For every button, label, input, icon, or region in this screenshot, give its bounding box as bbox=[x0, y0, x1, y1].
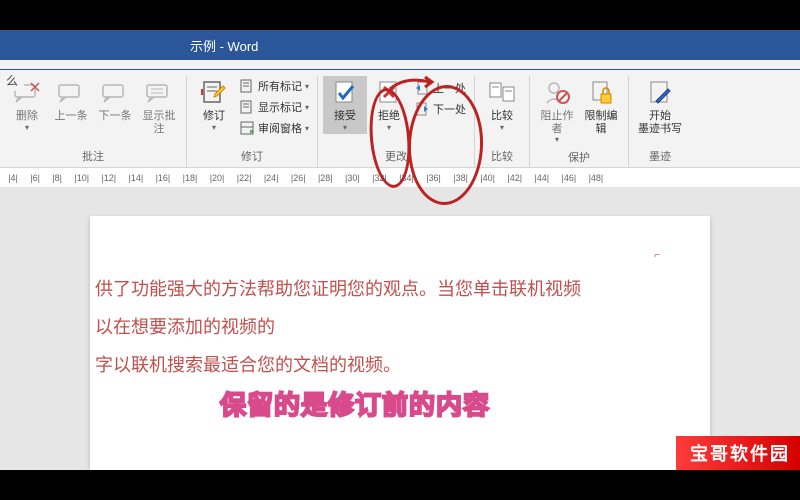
reject-button[interactable]: 拒绝 ▾ bbox=[367, 76, 411, 134]
next-comment-button[interactable]: 下一条 bbox=[93, 76, 137, 125]
dropdown-indicator-icon: ▾ bbox=[555, 135, 559, 144]
start-inking-icon bbox=[645, 78, 675, 108]
group-label-protect: 保护 bbox=[568, 146, 590, 168]
title-bar: 示例 - Word bbox=[0, 30, 800, 60]
ruler-tick: |18| bbox=[183, 173, 198, 183]
window-title: 示例 - Word bbox=[190, 36, 258, 55]
group-tracking: 修订 ▾ 所有标记 ▾ 显示标记 ▾ bbox=[187, 76, 318, 167]
next-comment-icon bbox=[100, 78, 130, 108]
group-compare: 比较 ▾ 比较 bbox=[475, 76, 530, 167]
show-comments-icon bbox=[144, 78, 174, 108]
previous-change-button[interactable]: 上一处 bbox=[411, 78, 469, 98]
ruler-tick: |20| bbox=[210, 173, 225, 183]
dropdown-indicator-icon: ▾ bbox=[212, 123, 216, 132]
document-text: 字以联机搜索最适合您的文档的视频。 bbox=[95, 347, 695, 383]
ruler-tick: |10| bbox=[74, 173, 89, 183]
dropdown-indicator-icon: ▾ bbox=[305, 103, 309, 112]
horizontal-ruler[interactable]: |4| |6| |8| |10| |12| |14| |16| |18| |20| |22| |24… bbox=[0, 168, 800, 188]
watermark-badge: 宝哥软件园 bbox=[676, 436, 800, 470]
ribbon-tab-fragment: 么 bbox=[0, 70, 24, 91]
group-changes: 接受 ▾ 拒绝 ▾ 上一处 下一 bbox=[318, 76, 475, 167]
ruler-tick: |42| bbox=[507, 173, 522, 183]
ruler-tick: |26| bbox=[291, 173, 306, 183]
document-area[interactable]: ⌐ 供了功能强大的方法帮助您证明您的观点。当您单击联机视频 以在想要添加的视频的… bbox=[0, 188, 800, 470]
ruler-tick: |16| bbox=[156, 173, 171, 183]
ruler-tick: |14| bbox=[129, 173, 144, 183]
ruler-tick: |38| bbox=[453, 173, 468, 183]
track-changes-icon bbox=[199, 78, 229, 108]
ruler-tick: |30| bbox=[345, 173, 360, 183]
dropdown-indicator-icon: ▾ bbox=[305, 82, 309, 91]
markup-display-icon bbox=[239, 78, 255, 94]
group-label-comments: 批注 bbox=[82, 145, 104, 167]
ruler-tick: |24| bbox=[264, 173, 279, 183]
dropdown-indicator-icon: ▾ bbox=[305, 124, 309, 133]
ruler-tick: |22| bbox=[237, 173, 252, 183]
reviewing-pane-icon bbox=[239, 120, 255, 136]
group-label-tracking: 修订 bbox=[241, 145, 263, 167]
accept-button[interactable]: 接受 ▾ bbox=[323, 76, 367, 134]
ruler-tick: |12| bbox=[101, 173, 116, 183]
previous-change-icon bbox=[414, 80, 430, 96]
group-label-changes: 更改 bbox=[385, 145, 407, 167]
ruler-tick: |36| bbox=[426, 173, 441, 183]
block-authors-icon bbox=[542, 78, 572, 108]
show-markup-icon bbox=[239, 99, 255, 115]
reject-icon bbox=[374, 78, 404, 108]
track-changes-button[interactable]: 修订 ▾ bbox=[192, 76, 236, 134]
block-authors-button[interactable]: 阻止作者 ▾ bbox=[535, 76, 579, 146]
compare-button[interactable]: 比较 ▾ bbox=[480, 76, 524, 134]
reviewing-pane-select[interactable]: 审阅窗格 ▾ bbox=[236, 118, 312, 138]
restrict-editing-button[interactable]: 限制编辑 bbox=[579, 76, 623, 137]
ruler-tick: |8| bbox=[52, 173, 62, 183]
ruler-tick: |4| bbox=[8, 173, 18, 183]
group-protect: 阻止作者 ▾ 限制编辑 保护 bbox=[530, 76, 629, 167]
next-change-button[interactable]: 下一处 bbox=[411, 99, 469, 119]
next-change-icon bbox=[414, 101, 430, 117]
group-label-ink: 墨迹 bbox=[649, 145, 671, 167]
group-comments: 删除 ▾ 上一条 下一条 bbox=[0, 76, 187, 167]
ruler-tick: |40| bbox=[480, 173, 495, 183]
start-inking-button[interactable]: 开始 墨迹书写 bbox=[634, 76, 686, 137]
group-ink: 开始 墨迹书写 墨迹 bbox=[629, 76, 691, 167]
ribbon: 删除 ▾ 上一条 下一条 bbox=[0, 70, 800, 168]
show-comments-button[interactable]: 显示批注 bbox=[137, 76, 181, 137]
document-page[interactable]: ⌐ 供了功能强大的方法帮助您证明您的观点。当您单击联机视频 以在想要添加的视频的… bbox=[90, 216, 710, 470]
ruler-tick: |32| bbox=[372, 173, 387, 183]
revision-mark: ⌐ bbox=[654, 246, 660, 266]
ruler-tick: |6| bbox=[30, 173, 40, 183]
accept-icon bbox=[330, 78, 360, 108]
compare-icon bbox=[487, 78, 517, 108]
document-text: 以在想要添加的视频的 bbox=[95, 309, 695, 345]
ruler-tick: |44| bbox=[534, 173, 549, 183]
document-text: 供了功能强大的方法帮助您证明您的观点。当您单击联机视频 bbox=[95, 271, 695, 307]
restrict-editing-icon bbox=[586, 78, 616, 108]
ruler-tick: |46| bbox=[562, 173, 577, 183]
dropdown-indicator-icon: ▾ bbox=[500, 123, 504, 132]
markup-display-select[interactable]: 所有标记 ▾ bbox=[236, 76, 312, 96]
ruler-tick: |48| bbox=[589, 173, 604, 183]
dropdown-indicator-icon: ▾ bbox=[25, 123, 29, 132]
ruler-tick: |28| bbox=[318, 173, 333, 183]
ruler-tick: |34| bbox=[399, 173, 414, 183]
show-markup-select[interactable]: 显示标记 ▾ bbox=[236, 97, 312, 117]
group-label-compare: 比较 bbox=[491, 145, 513, 167]
dropdown-indicator-icon: ▾ bbox=[343, 123, 347, 132]
dropdown-indicator-icon: ▾ bbox=[387, 123, 391, 132]
previous-comment-icon bbox=[56, 78, 86, 108]
previous-comment-button[interactable]: 上一条 bbox=[49, 76, 93, 125]
